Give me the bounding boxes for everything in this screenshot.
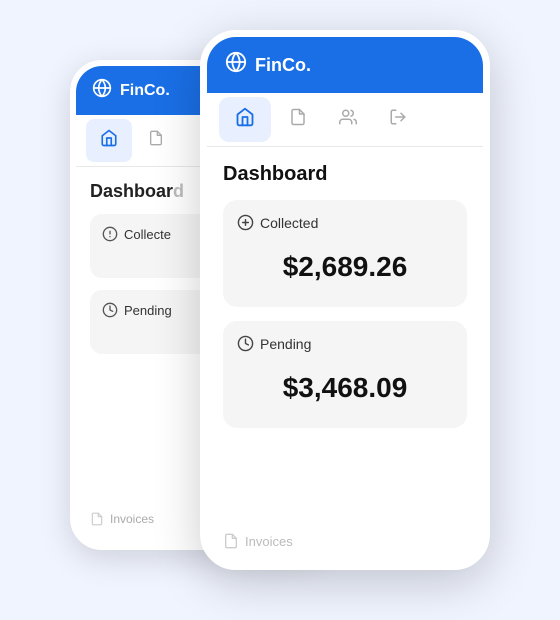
back-home-icon	[100, 129, 118, 152]
front-collected-label: Collected	[260, 215, 318, 231]
front-app-name: FinCo.	[255, 55, 311, 76]
front-app-header: FinCo.	[207, 37, 483, 93]
front-nav-users[interactable]	[323, 93, 373, 146]
back-app-name: FinCo.	[120, 82, 170, 100]
front-pending-value: $3,468.09	[237, 362, 453, 414]
front-page-title: Dashboard	[223, 163, 467, 186]
back-globe-icon	[92, 78, 112, 103]
front-globe-icon	[225, 51, 247, 79]
front-pending-card: Pending $3,468.09	[223, 321, 467, 428]
front-nav-home[interactable]	[219, 97, 271, 142]
front-pending-label-row: Pending	[237, 335, 453, 352]
front-nav-logout[interactable]	[373, 93, 423, 146]
front-bottom-nav: Invoices	[207, 533, 483, 549]
front-content: Dashboard Collected $2,689.26	[207, 147, 483, 458]
front-collected-label-row: Collected	[237, 214, 453, 231]
front-logout-icon	[389, 108, 407, 131]
front-home-icon	[235, 107, 255, 132]
front-nav-docs[interactable]	[273, 93, 323, 146]
back-invoices-label: Invoices	[110, 512, 154, 526]
back-nav-home[interactable]	[86, 119, 132, 162]
front-nav-bar	[207, 93, 483, 147]
back-docs-icon	[148, 130, 164, 151]
front-invoices-label: Invoices	[245, 534, 293, 549]
phone-container: FinCo. Dashb	[70, 30, 490, 590]
front-collected-value: $2,689.26	[237, 241, 453, 293]
front-users-icon	[339, 108, 357, 131]
front-invoices-nav[interactable]: Invoices	[223, 533, 467, 549]
front-collected-card: Collected $2,689.26	[223, 200, 467, 307]
front-pending-label: Pending	[260, 336, 311, 352]
front-docs-icon	[289, 108, 307, 131]
back-nav-docs[interactable]	[134, 115, 178, 166]
phone-front: FinCo.	[200, 30, 490, 570]
